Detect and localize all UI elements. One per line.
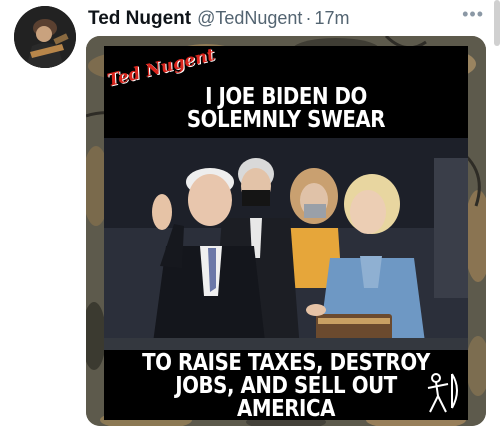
avatar-photo — [14, 6, 76, 68]
meme-bottom-line-2: JOBS, AND SELL OUT AMERICA — [175, 373, 397, 421]
separator-dot: · — [305, 8, 312, 28]
inauguration-photo — [104, 138, 468, 350]
meme-top-line-1: I JOE BIDEN DO — [205, 84, 367, 110]
meme-top-caption: I JOE BIDEN DO SOLEMNLY SWEAR — [129, 86, 442, 132]
archer-signature-icon — [427, 373, 458, 413]
avatar[interactable] — [14, 6, 76, 68]
user-handle[interactable]: @TedNugent — [197, 8, 302, 29]
display-name[interactable]: Ted Nugent — [88, 8, 191, 30]
meme-bottom-line-1: TO RAISE TAXES, DESTROY — [142, 350, 430, 376]
tweet-image[interactable]: Ted Nugent I JOE BIDEN DO SOLEMNLY SWEAR — [86, 36, 486, 426]
ted-nugent-logo: Ted Nugent — [105, 46, 217, 92]
more-options-icon[interactable]: ••• — [462, 4, 484, 25]
meme-panel: Ted Nugent I JOE BIDEN DO SOLEMNLY SWEAR — [104, 46, 468, 420]
meme-top-line-2: SOLEMNLY SWEAR — [186, 107, 386, 133]
tweet-header: Ted Nugent @TedNugent · 17m ••• — [88, 4, 490, 32]
scrollbar[interactable] — [494, 0, 500, 46]
timestamp[interactable]: 17m — [314, 8, 349, 29]
meme-bottom-caption: TO RAISE TAXES, DESTROY JOBS, AND SELL O… — [129, 350, 442, 421]
